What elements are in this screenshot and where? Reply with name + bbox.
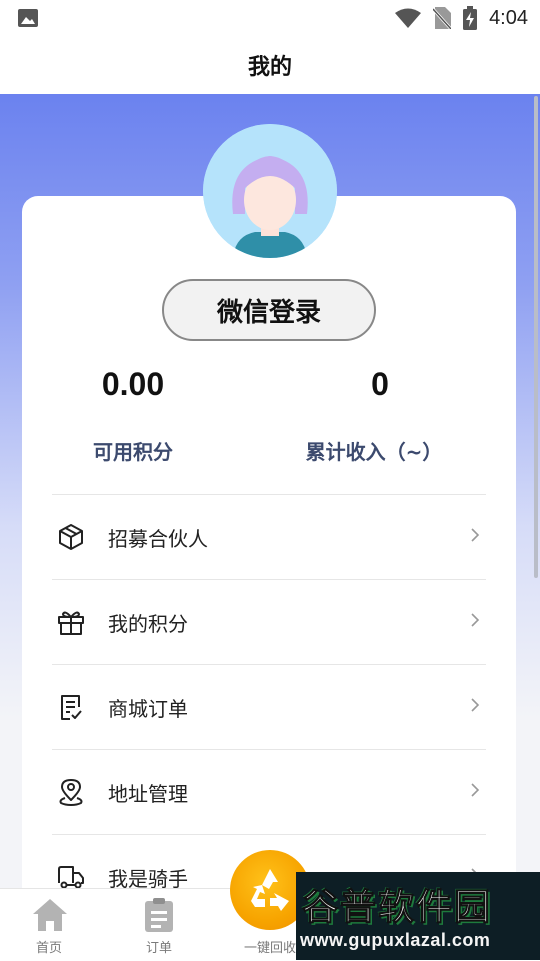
tab-home[interactable]: 首页 [4, 889, 94, 961]
page-title: 我的 [247, 55, 292, 80]
image-icon [18, 9, 38, 27]
avatar[interactable] [203, 124, 337, 258]
recycle-icon [251, 869, 289, 911]
wechat-login-button[interactable]: 微信登录 [162, 279, 376, 341]
total-income-label[interactable]: 累计收入（~） [264, 436, 484, 465]
status-bar: 4:04 [0, 0, 540, 36]
chevron-right-icon [471, 783, 480, 797]
available-points-label[interactable]: 可用积分 [23, 436, 243, 465]
menu-item-recruit-partner[interactable]: 招募合伙人 [52, 494, 486, 579]
tab-label: 首页 [35, 941, 62, 956]
location-icon [54, 775, 88, 809]
chevron-right-icon [471, 613, 480, 627]
order-list-icon [54, 690, 88, 724]
clipboard-icon [145, 898, 173, 932]
watermark-logo: 谷普软件园 www.gupuxlazal.com [296, 872, 540, 960]
tab-orders[interactable]: 订单 [114, 889, 204, 961]
chevron-right-icon [471, 528, 480, 542]
status-time: 4:04 [489, 6, 528, 29]
battery-charging-icon [463, 6, 478, 30]
menu-item-address-management[interactable]: 地址管理 [52, 749, 486, 834]
total-income-value: 0 [371, 366, 389, 402]
menu-item-label: 招募合伙人 [108, 526, 208, 551]
scrollbar[interactable] [534, 96, 538, 578]
menu-item-label: 我的积分 [108, 611, 188, 636]
watermark-url: www.gupuxlazal.com [300, 930, 491, 950]
home-icon [33, 899, 67, 931]
top-nav-bar: 我的 [0, 36, 540, 94]
watermark-name: 谷普软件园 [301, 887, 493, 929]
tab-label: 订单 [145, 941, 172, 956]
no-sim-icon [433, 7, 452, 29]
menu-item-mall-orders[interactable]: 商城订单 [52, 664, 486, 749]
gift-icon [54, 605, 88, 639]
chevron-right-icon [471, 698, 480, 712]
menu-item-label: 地址管理 [108, 781, 188, 806]
wifi-icon [395, 8, 422, 28]
menu-item-label: 商城订单 [108, 696, 188, 721]
avatar-illustration [203, 124, 337, 258]
box-icon [54, 520, 88, 554]
available-points-value: 0.00 [101, 366, 165, 402]
menu-item-my-points[interactable]: 我的积分 [52, 579, 486, 664]
